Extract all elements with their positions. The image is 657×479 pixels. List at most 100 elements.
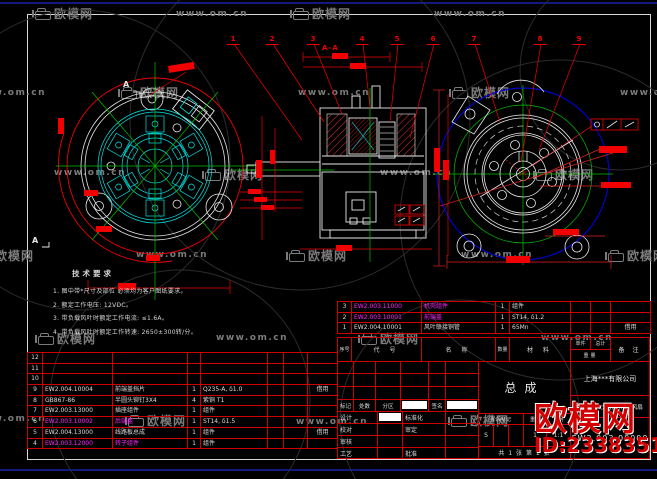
grid-line: [375, 361, 376, 400]
bom-cell: 1: [187, 405, 200, 417]
bom-header-code: 代 号: [351, 337, 422, 362]
bom-row: 1 EW2.004.10001 风叶联接铜管 1 65Mn 借用: [337, 322, 650, 334]
bom-cell: 1: [495, 322, 509, 334]
bom-row: 4 EW2.003.12000 转子组件 1 组件: [27, 437, 337, 449]
bom-cell: [307, 437, 337, 449]
front-view: [42, 61, 254, 300]
bom-cell: [112, 362, 187, 374]
redaction-box: [379, 413, 401, 421]
bom-cell: 9: [27, 384, 42, 395]
bom-row: 3 EW2.003.11000 机壳组件 1 组件: [337, 301, 650, 312]
bom-cell: 组件: [200, 437, 267, 449]
bom-cell: [307, 352, 337, 363]
bom-cell: 1: [187, 426, 200, 438]
stage-value: S: [478, 424, 494, 447]
bom-cell: 组件: [200, 405, 267, 417]
bom-cell: EW2.004.10001: [351, 322, 421, 334]
bom-cell: [570, 311, 590, 323]
tech-requirement-item: 1. 图中带*尺寸及部位 必须均为客户图纸要求。: [53, 288, 187, 295]
part-balloon: 4: [355, 35, 369, 45]
bom-row: 7 EW2.003.13000 插座组件 1 组件: [27, 405, 337, 417]
tech-requirement-item: 3. 带负载风叶时额定工作电流: ≤1.6A。: [53, 315, 169, 322]
bom-cell: [267, 362, 283, 374]
company-name: 上海***有限公司: [570, 361, 650, 396]
bom-cell: 1: [337, 322, 351, 334]
part-balloon: 3: [306, 35, 320, 45]
revision-cell: [337, 386, 479, 400]
bom-cell: [267, 373, 283, 385]
bom-cell: [283, 426, 307, 438]
bom-cell: EW2.003.13000: [42, 405, 112, 417]
bom-cell: 10: [27, 373, 42, 385]
bom-cell: 5: [27, 426, 42, 438]
bom-cell: 借用: [307, 426, 337, 438]
stage-cell: [508, 424, 524, 447]
cad-sheet: 欧模网www.om.cn欧模网www.om.cnwww.om.cn欧模网www.…: [0, 0, 657, 479]
bom-cell: ST14, δ1.5: [200, 416, 267, 427]
bom-table-right: 3 EW2.003.11000 机壳组件 1 组件 2 EW2.003.10001 前端盖 1 S…: [337, 301, 651, 335]
bom-cell: [200, 373, 267, 385]
bom-cell: [590, 322, 610, 334]
bom-cell: [307, 416, 337, 427]
bom-header-mat: 材 料: [509, 337, 571, 362]
bom-cell: [42, 352, 112, 363]
rear-view: [433, 79, 639, 269]
grid-line: [428, 361, 429, 400]
bom-row: 8 GB867-86 半圆头铆钉3X4 4 紫铜 T1: [27, 394, 337, 406]
tech-requirement-item: 4. 带负载风叶时额定工作转速: 2650±300转/分。: [53, 328, 198, 336]
bom-cell: [267, 384, 283, 395]
bom-cell: 1: [495, 311, 509, 323]
bom-cell: 8: [27, 394, 42, 406]
bom-cell: [267, 426, 283, 438]
revision-cell: [337, 373, 479, 387]
bom-row: 9 EW2.004.10004 前端盖挡片 1 Q235-A, δ1.0 借用: [27, 384, 337, 395]
bom-cell: [112, 373, 187, 385]
bom-cell: 3: [337, 301, 351, 312]
bom-cell: 风叶联接铜管: [421, 322, 495, 334]
shop-watermark-logo: 欧模网: [534, 399, 636, 438]
bom-cell: 前端盖挡片: [112, 384, 187, 395]
bom-cell: 2: [337, 311, 351, 323]
bom-cell: 借用: [307, 384, 337, 395]
bom-cell: 后端盖: [112, 416, 187, 427]
bom-cell: [283, 373, 307, 385]
bom-cell: [42, 373, 112, 385]
bom-cell: [267, 405, 283, 417]
bom-cell: [307, 394, 337, 406]
front-screw: [172, 199, 182, 209]
bom-cell: 12: [27, 352, 42, 363]
bom-cell: 组件: [509, 301, 570, 312]
part-balloon: 8: [533, 35, 547, 45]
bom-cell: 1: [187, 437, 200, 449]
approve-label: 批准: [402, 447, 446, 459]
bom-cell: [187, 352, 200, 363]
bom-cell: 1: [187, 416, 200, 427]
dimension-text-blobs: [248, 53, 449, 251]
bom-cell: [283, 352, 307, 363]
shop-watermark-id: ID:2338351: [534, 433, 657, 457]
bom-row: 11: [27, 362, 337, 374]
bom-row: 5 EW2.004.13000 线路板总成 1 组件 借用: [27, 426, 337, 438]
bom-cell: 机壳组件: [421, 301, 495, 312]
bom-cell: 线路板总成: [112, 426, 187, 438]
bom-cell: 6: [27, 416, 42, 427]
front-screw: [172, 123, 182, 133]
bom-cell: [307, 373, 337, 385]
section-arrow-label-bottom: A: [32, 236, 39, 245]
bom-cell: [267, 352, 283, 363]
bom-cell: 7: [27, 405, 42, 417]
bom-cell: [283, 362, 307, 374]
bom-table-left: 12 11 10 9 EW2.004.10004 前端盖挡片 1 Q235-A, δ1.0 借用…: [27, 352, 338, 450]
bom-cell: [610, 301, 650, 312]
bom-cell: Q235-A, δ1.0: [200, 384, 267, 395]
bom-cell: 4: [187, 394, 200, 406]
bom-cell: EW2.004.13000: [42, 426, 112, 438]
bom-cell: 组件: [200, 426, 267, 438]
bom-header-seq: 序号: [337, 337, 352, 362]
bom-cell: 前端盖: [421, 311, 495, 323]
bom-cell: [283, 405, 307, 417]
bom-cell: 1: [495, 301, 509, 312]
bom-cell: 11: [27, 362, 42, 374]
part-balloon: 7: [467, 35, 481, 45]
bom-cell: [570, 322, 590, 334]
